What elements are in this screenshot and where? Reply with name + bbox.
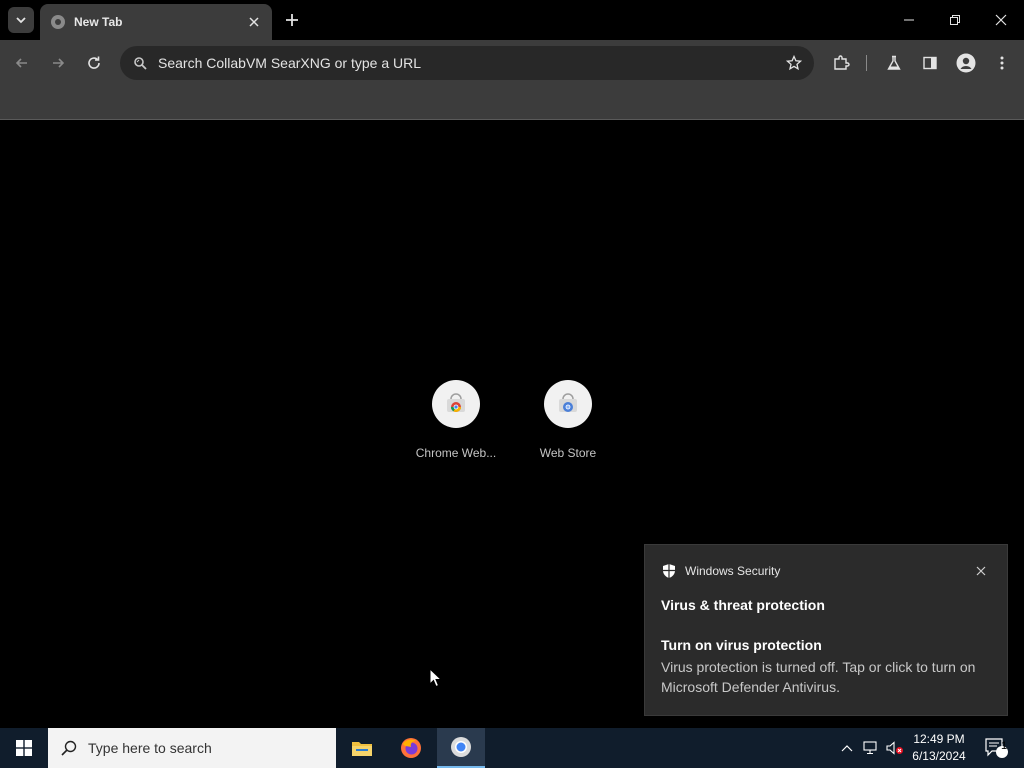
side-panel-icon xyxy=(923,56,937,70)
new-tab-button[interactable] xyxy=(280,8,304,32)
shield-icon xyxy=(663,564,675,578)
mouse-cursor-icon xyxy=(429,668,443,688)
close-icon xyxy=(249,17,259,27)
shortcut-web-store[interactable]: Web Store xyxy=(512,380,624,460)
minimize-icon xyxy=(904,19,914,21)
reload-icon xyxy=(88,56,100,69)
browser-titlebar: New Tab xyxy=(0,0,1024,40)
windows-security-notification[interactable]: Windows Security Virus & threat protecti… xyxy=(644,544,1008,716)
toast-body: Virus protection is turned off. Tap or c… xyxy=(661,659,976,695)
windows-logo-icon xyxy=(16,740,32,756)
folder-icon xyxy=(352,742,372,756)
taskbar-search-placeholder: Type here to search xyxy=(88,740,212,756)
bookmarks-bar xyxy=(0,86,1024,120)
taskbar-clock[interactable]: 12:49 PM 6/13/2024 xyxy=(904,731,974,765)
side-panel-button[interactable] xyxy=(915,48,945,78)
shortcut-label: Web Store xyxy=(539,446,597,460)
toast-close-button[interactable] xyxy=(971,561,991,581)
searxng-icon xyxy=(130,53,150,73)
address-bar[interactable]: Search CollabVM SearXNG or type a URL xyxy=(120,46,814,80)
labs-button[interactable] xyxy=(879,48,909,78)
web-store-icon xyxy=(559,393,577,412)
chevron-down-icon xyxy=(16,17,26,24)
search-icon xyxy=(61,740,77,756)
toast-app-name: Windows Security xyxy=(685,564,781,578)
puzzle-icon xyxy=(834,55,850,70)
arrow-left-icon xyxy=(15,58,27,68)
close-window-button[interactable] xyxy=(978,0,1024,40)
firefox-icon xyxy=(401,738,421,758)
avatar-icon xyxy=(956,53,976,73)
browser-toolbar: Search CollabVM SearXNG or type a URL xyxy=(0,40,1024,86)
taskbar: Type here to search 12:49 PM 6/13/2024 1 xyxy=(0,728,1024,768)
star-icon xyxy=(786,55,802,71)
tray-network[interactable] xyxy=(859,728,883,768)
start-button[interactable] xyxy=(0,728,48,768)
restore-button[interactable] xyxy=(932,0,978,40)
speaker-muted-icon xyxy=(886,741,903,755)
tab-search-button[interactable] xyxy=(8,7,34,33)
forward-button[interactable] xyxy=(43,48,73,78)
network-icon xyxy=(863,741,877,755)
tray-show-hidden-icons[interactable] xyxy=(835,728,859,768)
shortcut-chrome-web-store[interactable]: Chrome Web... xyxy=(400,380,512,460)
plus-icon xyxy=(286,14,298,26)
arrow-right-icon xyxy=(53,58,65,68)
chevron-up-icon xyxy=(841,745,853,752)
chrome-favicon-icon xyxy=(51,15,65,29)
toast-title: Turn on virus protection xyxy=(661,637,822,653)
notification-count-badge: 1 xyxy=(1000,740,1008,752)
clock-time: 12:49 PM xyxy=(913,732,965,746)
close-icon xyxy=(976,566,986,576)
restore-icon xyxy=(950,15,960,25)
close-icon xyxy=(995,14,1007,26)
extensions-button[interactable] xyxy=(826,48,856,78)
address-bar-placeholder: Search CollabVM SearXNG or type a URL xyxy=(158,55,421,71)
back-button[interactable] xyxy=(7,48,37,78)
taskbar-chrome[interactable] xyxy=(437,728,485,768)
tab-new-tab[interactable]: New Tab xyxy=(40,4,272,40)
chrome-icon xyxy=(451,737,471,757)
taskbar-search-box[interactable]: Type here to search xyxy=(48,728,336,768)
kebab-menu-icon xyxy=(1000,56,1004,70)
shortcut-icon-container xyxy=(544,380,592,428)
minimize-button[interactable] xyxy=(886,0,932,40)
bookmark-star-button[interactable] xyxy=(784,53,804,73)
taskbar-firefox[interactable] xyxy=(387,728,435,768)
tab-title: New Tab xyxy=(74,15,123,29)
profile-button[interactable] xyxy=(951,48,981,78)
menu-button[interactable] xyxy=(987,48,1017,78)
clock-date: 6/13/2024 xyxy=(912,749,966,763)
desktop: New Tab Search CollabVM SearXNG or type … xyxy=(0,0,1024,768)
action-center-button[interactable]: 1 xyxy=(976,728,1016,768)
close-tab-button[interactable] xyxy=(246,14,262,30)
taskbar-file-explorer[interactable] xyxy=(338,728,386,768)
chrome-web-store-icon xyxy=(447,393,465,412)
shortcut-label: Chrome Web... xyxy=(415,446,497,460)
toast-heading: Virus & threat protection xyxy=(661,597,825,613)
toast-app-header: Windows Security xyxy=(661,563,780,579)
toolbar-divider xyxy=(866,55,867,71)
reload-button[interactable] xyxy=(79,48,109,78)
shortcut-icon-container xyxy=(432,380,480,428)
flask-icon xyxy=(887,55,901,70)
